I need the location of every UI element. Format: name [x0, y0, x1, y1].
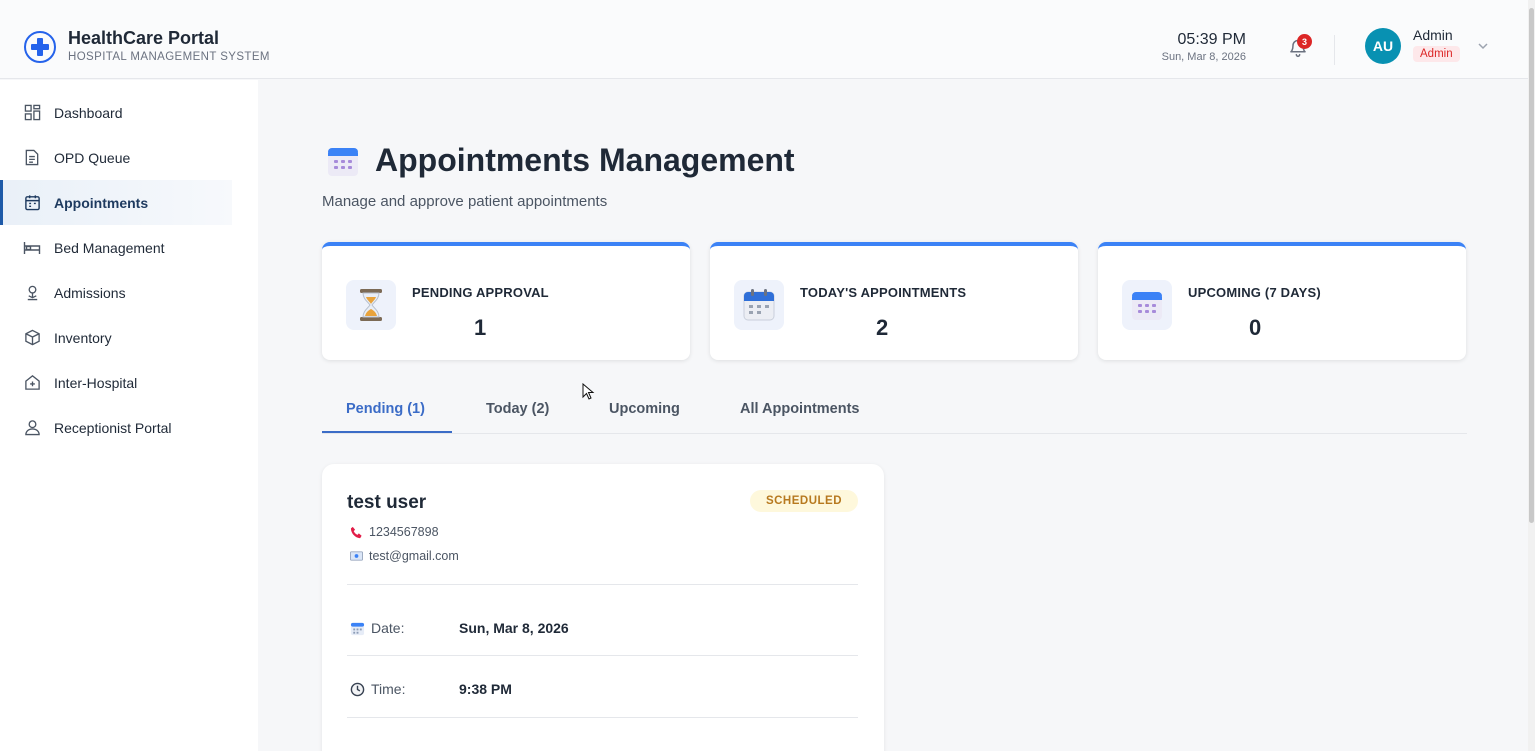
- appointment-time-row: Time: 9:38 PM: [349, 681, 512, 697]
- clock-icon: [349, 681, 365, 697]
- app-subtitle: HOSPITAL MANAGEMENT SYSTEM: [68, 51, 270, 63]
- sidebar-item-label: Dashboard: [54, 104, 123, 121]
- time-label: Time:: [371, 681, 406, 697]
- chevron-down-icon[interactable]: [1477, 40, 1489, 52]
- appointment-card[interactable]: test user SCHEDULED 1234567898 test@gmai…: [322, 464, 884, 751]
- person-pin-icon: [23, 284, 41, 302]
- sidebar-item-bed-management[interactable]: Bed Management: [0, 225, 232, 270]
- stat-label: PENDING APPROVAL: [412, 285, 549, 300]
- sidebar-item-label: Receptionist Portal: [54, 419, 172, 436]
- stat-value: 2: [876, 315, 889, 340]
- patient-email: test@gmail.com: [369, 549, 459, 563]
- bed-icon: [23, 239, 41, 257]
- scrollbar-thumb[interactable]: [1529, 8, 1534, 523]
- document-icon: [23, 149, 41, 167]
- calendar-icon: [328, 148, 358, 176]
- box-icon: [23, 329, 41, 347]
- divider: [347, 584, 858, 585]
- page-subtitle: Manage and approve patient appointments: [322, 193, 608, 210]
- calendar-icon: [1122, 280, 1172, 330]
- sidebar-item-label: Admissions: [54, 284, 126, 301]
- appointment-tabs: Pending (1) Today (2) Upcoming All Appoi…: [322, 388, 1467, 434]
- stat-value: 1: [474, 315, 487, 340]
- active-tab-indicator: [322, 431, 452, 433]
- phone-icon: [349, 525, 363, 539]
- top-header: HealthCare Portal HOSPITAL MANAGEMENT SY…: [0, 0, 1528, 79]
- patient-email-row: test@gmail.com: [349, 549, 459, 563]
- user-avatar[interactable]: AU: [1365, 28, 1401, 64]
- mouse-cursor-icon: [582, 383, 595, 400]
- clock-time: 05:39 PM: [1177, 31, 1246, 48]
- divider: [347, 717, 858, 718]
- patient-name: test user: [347, 492, 427, 513]
- user-role-badge: Admin: [1413, 46, 1460, 62]
- tab-all-appointments[interactable]: All Appointments: [740, 401, 859, 417]
- sidebar-item-dashboard[interactable]: Dashboard: [0, 90, 232, 135]
- sidebar-item-receptionist-portal[interactable]: Receptionist Portal: [0, 405, 232, 450]
- grid-icon: [23, 104, 41, 122]
- stat-label: UPCOMING (7 DAYS): [1188, 285, 1321, 300]
- patient-phone-row: 1234567898: [349, 525, 439, 539]
- header-divider: [1334, 35, 1335, 65]
- id-card-icon: [349, 549, 363, 563]
- date-value: Sun, Mar 8, 2026: [459, 620, 569, 636]
- calendar-icon: [349, 620, 365, 636]
- appointment-date-row: Date: Sun, Mar 8, 2026: [349, 620, 569, 636]
- user-icon: [23, 419, 41, 437]
- tab-upcoming[interactable]: Upcoming: [609, 401, 680, 417]
- tab-today[interactable]: Today (2): [486, 401, 549, 417]
- stat-card-upcoming: UPCOMING (7 DAYS) 0: [1098, 242, 1466, 360]
- divider: [347, 655, 858, 656]
- sidebar-item-inter-hospital[interactable]: Inter-Hospital: [0, 360, 232, 405]
- sidebar-item-label: Bed Management: [54, 239, 165, 256]
- stat-card-todays-appointments: TODAY'S APPOINTMENTS 2: [710, 242, 1078, 360]
- date-label: Date:: [371, 620, 405, 636]
- app-title: HealthCare Portal: [68, 28, 220, 48]
- stat-value: 0: [1249, 315, 1262, 340]
- sidebar-item-inventory[interactable]: Inventory: [0, 315, 232, 360]
- time-value: 9:38 PM: [459, 681, 512, 697]
- hourglass-icon: [346, 280, 396, 330]
- page-scrollbar[interactable]: [1528, 0, 1535, 751]
- clock-date: Sun, Mar 8, 2026: [1161, 51, 1246, 63]
- calendar-icon: [23, 194, 41, 212]
- sidebar-item-label: Inventory: [54, 329, 112, 346]
- hospital-icon: [23, 374, 41, 392]
- medical-cross-logo-icon: [24, 31, 56, 63]
- notification-count-badge: 3: [1297, 34, 1312, 49]
- sidebar-item-appointments[interactable]: Appointments: [0, 180, 232, 225]
- user-name[interactable]: Admin: [1413, 27, 1453, 43]
- status-badge: SCHEDULED: [749, 490, 858, 512]
- sidebar-item-label: OPD Queue: [54, 149, 131, 166]
- sidebar-item-label: Inter-Hospital: [54, 374, 138, 391]
- page-title: Appointments Management: [375, 142, 795, 178]
- sidebar-item-admissions[interactable]: Admissions: [0, 270, 232, 315]
- patient-phone: 1234567898: [369, 525, 439, 539]
- sidebar-item-label: Appointments: [54, 194, 149, 211]
- tab-pending[interactable]: Pending (1): [346, 401, 425, 417]
- sidebar: Dashboard OPD Queue Appointments Bed Man…: [0, 80, 258, 751]
- stat-label: TODAY'S APPOINTMENTS: [800, 285, 967, 300]
- stat-card-pending-approval: PENDING APPROVAL 1: [322, 242, 690, 360]
- calendar-icon: [734, 280, 784, 330]
- sidebar-item-opd-queue[interactable]: OPD Queue: [0, 135, 232, 180]
